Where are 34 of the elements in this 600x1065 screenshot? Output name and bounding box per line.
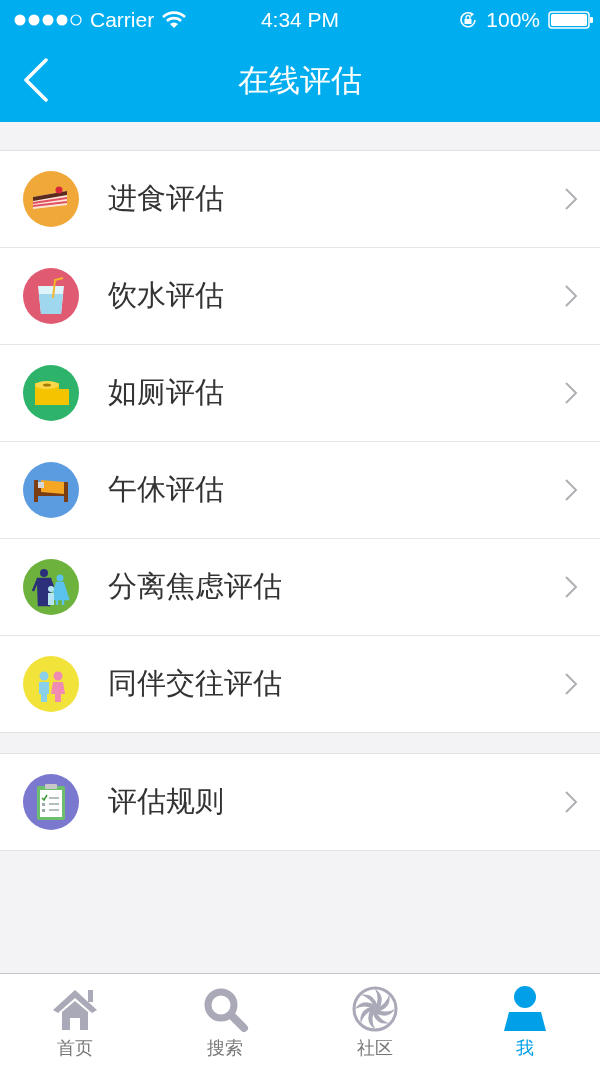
pinwheel-icon — [350, 984, 400, 1034]
menu-row[interactable]: 进食评估 — [0, 151, 600, 247]
menu-label: 如厕评估 — [108, 374, 225, 411]
tab-bar-item[interactable]: 首页 — [0, 974, 150, 1065]
chevron-right-icon — [564, 790, 578, 814]
menu-label: 午休评估 — [108, 471, 225, 508]
wifi-icon — [162, 11, 187, 29]
menu-label: 进食评估 — [108, 180, 225, 217]
chevron-right-icon — [564, 284, 578, 308]
chevron-right-icon — [564, 381, 578, 405]
battery-icon — [548, 11, 594, 29]
status-time: 4:34 PM — [260, 8, 340, 32]
tab-bar-item[interactable]: 搜索 — [150, 974, 300, 1065]
menu-row[interactable]: 分离焦虑评估 — [0, 538, 600, 635]
menu-row[interactable]: 评估规则 — [0, 754, 600, 850]
chevron-right-icon — [564, 575, 578, 599]
menu-label: 同伴交往评估 — [108, 665, 283, 702]
chevron-right-icon — [564, 672, 578, 696]
rotation-lock-icon — [458, 10, 479, 30]
back-button[interactable] — [22, 58, 50, 102]
battery-percent: 100% — [486, 8, 540, 32]
menu-row[interactable]: 饮水评估 — [0, 247, 600, 344]
signal-icon — [14, 14, 82, 26]
menu-row[interactable]: 同伴交往评估 — [0, 635, 600, 732]
menu-label: 分离焦虑评估 — [108, 568, 283, 605]
carrier-name: Carrier — [90, 8, 155, 32]
menu-row[interactable]: 午休评估 — [0, 441, 600, 538]
tab-bar-item[interactable]: 社区 — [300, 974, 450, 1065]
menu-label: 饮水评估 — [108, 277, 225, 314]
chevron-right-icon — [564, 187, 578, 211]
chevron-right-icon — [564, 478, 578, 502]
menu-label: 评估规则 — [108, 783, 225, 820]
menu-row[interactable]: 如厕评估 — [0, 344, 600, 441]
screen-title: 在线评估 — [238, 61, 362, 100]
